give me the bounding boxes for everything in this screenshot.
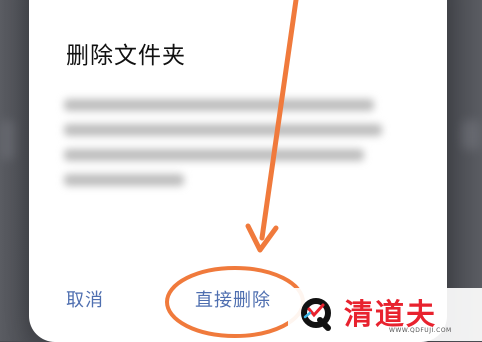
background-blur-right <box>462 120 482 150</box>
delete-directly-button[interactable]: 直接删除 <box>195 286 271 316</box>
dialog-title: 删除文件夹 <box>66 43 186 69</box>
brand-logo-icon <box>301 298 331 331</box>
background-blur-left <box>0 120 14 160</box>
watermark-url: WWW.QDFUJI.COM <box>389 327 452 334</box>
cancel-button[interactable]: 取消 <box>66 286 104 316</box>
watermark: 清道夫 WWW.QDFUJI.COM <box>288 288 482 341</box>
dialog-message-blurred <box>64 92 394 192</box>
